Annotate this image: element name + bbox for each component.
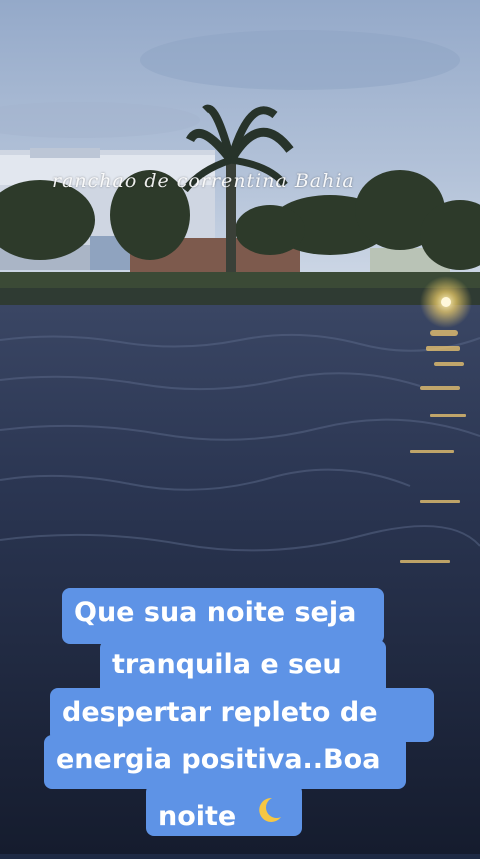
caption-line-5: noite — [146, 784, 302, 836]
caption-text-4: energia positiva..Boa — [56, 744, 381, 775]
crescent-moon-icon — [254, 795, 284, 830]
caption-line-1: Que sua noite seja — [62, 588, 384, 644]
caption-text-5: noite — [158, 801, 237, 832]
caption-line-4: energia positiva..Boa — [44, 735, 406, 789]
caption-text-1: Que sua noite seja — [74, 597, 357, 628]
crescent-moon-svg — [258, 797, 281, 822]
caption-line-3: despertar repleto de — [50, 688, 434, 742]
caption-text-2: tranquila e seu — [112, 649, 342, 680]
caption-text-3: despertar repleto de — [62, 697, 378, 728]
location-watermark: ranchao de correntina Bahia — [52, 170, 355, 192]
